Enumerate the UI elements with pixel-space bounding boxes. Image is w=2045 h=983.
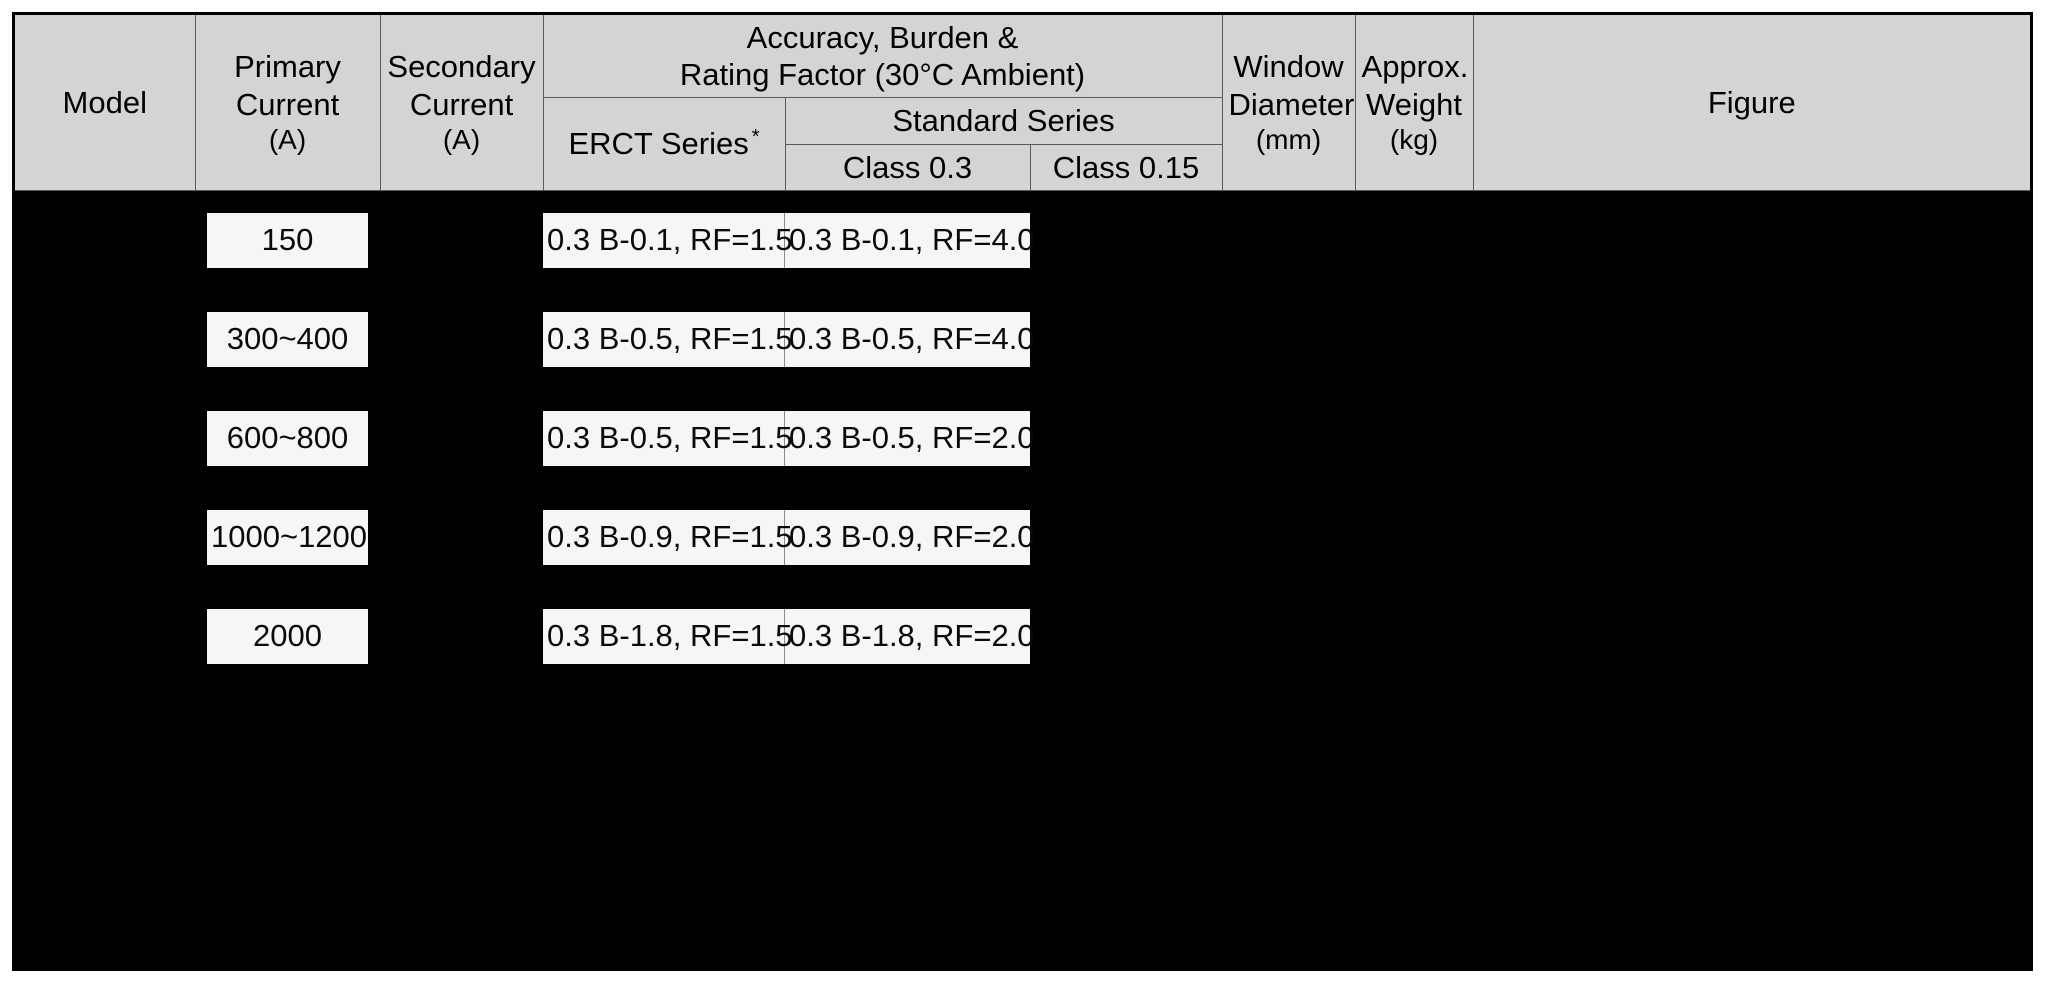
cell-primary-current: 600~800 — [195, 388, 380, 488]
cell-class-03-value: 0.3 B-0.9, RF=2.0 — [785, 509, 1035, 565]
table-row: 1000~1200 0.3 B-0.9, RF=1.5 0.3 B-0.9, RF=… — [15, 487, 2030, 587]
cell-primary-current: 300~400 — [195, 289, 380, 389]
cell-window-diameter — [1222, 289, 1356, 389]
header-accuracy-group: Accuracy, Burden & Rating Factor (30°C A… — [542, 15, 1223, 99]
header-window-diameter: Window Diameter (mm) — [1221, 15, 1356, 191]
header-class-015: Class 0.15 — [1029, 143, 1223, 191]
cell-erct-series-value: 0.3 B-0.9, RF=1.5 — [543, 509, 793, 565]
cell-figure — [1473, 487, 2030, 587]
cell-erct-series-value: 0.3 B-1.8, RF=1.5 — [543, 608, 793, 664]
header-class-03: Class 0.3 — [784, 143, 1031, 191]
cell-primary-current-value: 2000 — [207, 608, 368, 664]
cell-window-diameter — [1222, 586, 1356, 686]
cell-class-03: 0.3 B-0.5, RF=4.0 — [785, 289, 1035, 389]
table-header: Model Primary Current (A) Secondary Curr… — [15, 15, 2030, 191]
cell-window-diameter — [1222, 190, 1356, 290]
header-approx-weight: Approx. Weight (kg) — [1354, 15, 1474, 191]
header-standard-series: Standard Series — [784, 97, 1223, 145]
cell-secondary-current — [380, 388, 543, 488]
footnote-asterisk: * — [751, 126, 760, 149]
cell-window-diameter — [1222, 487, 1356, 587]
cell-primary-current: 150 — [195, 190, 380, 290]
cell-erct-series: 0.3 B-0.5, RF=1.5 — [543, 388, 793, 488]
cell-model — [15, 388, 195, 488]
cell-class-03: 0.3 B-0.5, RF=2.0 — [785, 388, 1035, 488]
cell-figure — [1473, 388, 2030, 488]
cell-primary-current-value: 600~800 — [207, 410, 368, 466]
cell-secondary-current — [380, 289, 543, 389]
cell-erct-series: 0.3 B-0.1, RF=1.5 — [543, 190, 793, 290]
table-row: 300~400 0.3 B-0.5, RF=1.5 0.3 B-0.5, RF=4.… — [15, 289, 2030, 389]
table-body: 150 0.3 B-0.1, RF=1.5 0.3 B-0.1, RF=4.0 300… — [15, 190, 2030, 686]
header-model: Model — [15, 15, 196, 191]
cell-primary-current-value: 1000~1200 — [207, 509, 368, 565]
cell-class-015 — [1030, 190, 1223, 290]
cell-figure — [1473, 586, 2030, 686]
specification-table: Model Primary Current (A) Secondary Curr… — [15, 15, 2030, 686]
cell-primary-current-value: 150 — [207, 212, 368, 268]
header-row-top: Model Primary Current (A) Secondary Curr… — [15, 15, 2030, 191]
cell-approx-weight — [1355, 487, 1474, 587]
cell-model — [15, 487, 195, 587]
cell-class-015 — [1030, 289, 1223, 389]
cell-class-03: 0.3 B-0.1, RF=4.0 — [785, 190, 1035, 290]
cell-erct-series: 0.3 B-0.5, RF=1.5 — [543, 289, 793, 389]
cell-figure — [1473, 289, 2030, 389]
table-row: 150 0.3 B-0.1, RF=1.5 0.3 B-0.1, RF=4.0 — [15, 190, 2030, 290]
cell-figure — [1473, 190, 2030, 290]
cell-erct-series-value: 0.3 B-0.1, RF=1.5 — [543, 212, 793, 268]
cell-class-03-value: 0.3 B-0.5, RF=4.0 — [785, 311, 1035, 367]
cell-erct-series: 0.3 B-1.8, RF=1.5 — [543, 586, 793, 686]
cell-model — [15, 586, 195, 686]
cell-secondary-current — [380, 190, 543, 290]
cell-primary-current: 1000~1200 — [195, 487, 380, 587]
header-secondary-current: Secondary Current (A) — [379, 15, 544, 191]
cell-secondary-current — [380, 487, 543, 587]
spec-table-container: Model Primary Current (A) Secondary Curr… — [12, 12, 2033, 971]
header-figure: Figure — [1472, 15, 2030, 191]
cell-class-015 — [1030, 586, 1223, 686]
cell-approx-weight — [1355, 388, 1474, 488]
cell-erct-series-value: 0.3 B-0.5, RF=1.5 — [543, 311, 793, 367]
cell-class-015 — [1030, 487, 1223, 587]
cell-primary-current: 2000 — [195, 586, 380, 686]
cell-approx-weight — [1355, 586, 1474, 686]
cell-window-diameter — [1222, 388, 1356, 488]
table-row: 2000 0.3 B-1.8, RF=1.5 0.3 B-1.8, RF=2.0 — [15, 586, 2030, 686]
cell-model — [15, 190, 195, 290]
header-erct-series: ERCT Series * — [542, 97, 786, 191]
cell-model — [15, 289, 195, 389]
cell-approx-weight — [1355, 289, 1474, 389]
header-primary-current: Primary Current (A) — [194, 15, 381, 191]
cell-class-03-value: 0.3 B-1.8, RF=2.0 — [785, 608, 1035, 664]
cell-class-03-value: 0.3 B-0.5, RF=2.0 — [785, 410, 1035, 466]
cell-class-03: 0.3 B-1.8, RF=2.0 — [785, 586, 1035, 686]
cell-secondary-current — [380, 586, 543, 686]
cell-primary-current-value: 300~400 — [207, 311, 368, 367]
cell-erct-series-value: 0.3 B-0.5, RF=1.5 — [543, 410, 793, 466]
cell-class-03-value: 0.3 B-0.1, RF=4.0 — [785, 212, 1035, 268]
cell-class-015 — [1030, 388, 1223, 488]
table-row: 600~800 0.3 B-0.5, RF=1.5 0.3 B-0.5, RF=2.… — [15, 388, 2030, 488]
cell-erct-series: 0.3 B-0.9, RF=1.5 — [543, 487, 793, 587]
cell-approx-weight — [1355, 190, 1474, 290]
cell-class-03: 0.3 B-0.9, RF=2.0 — [785, 487, 1035, 587]
